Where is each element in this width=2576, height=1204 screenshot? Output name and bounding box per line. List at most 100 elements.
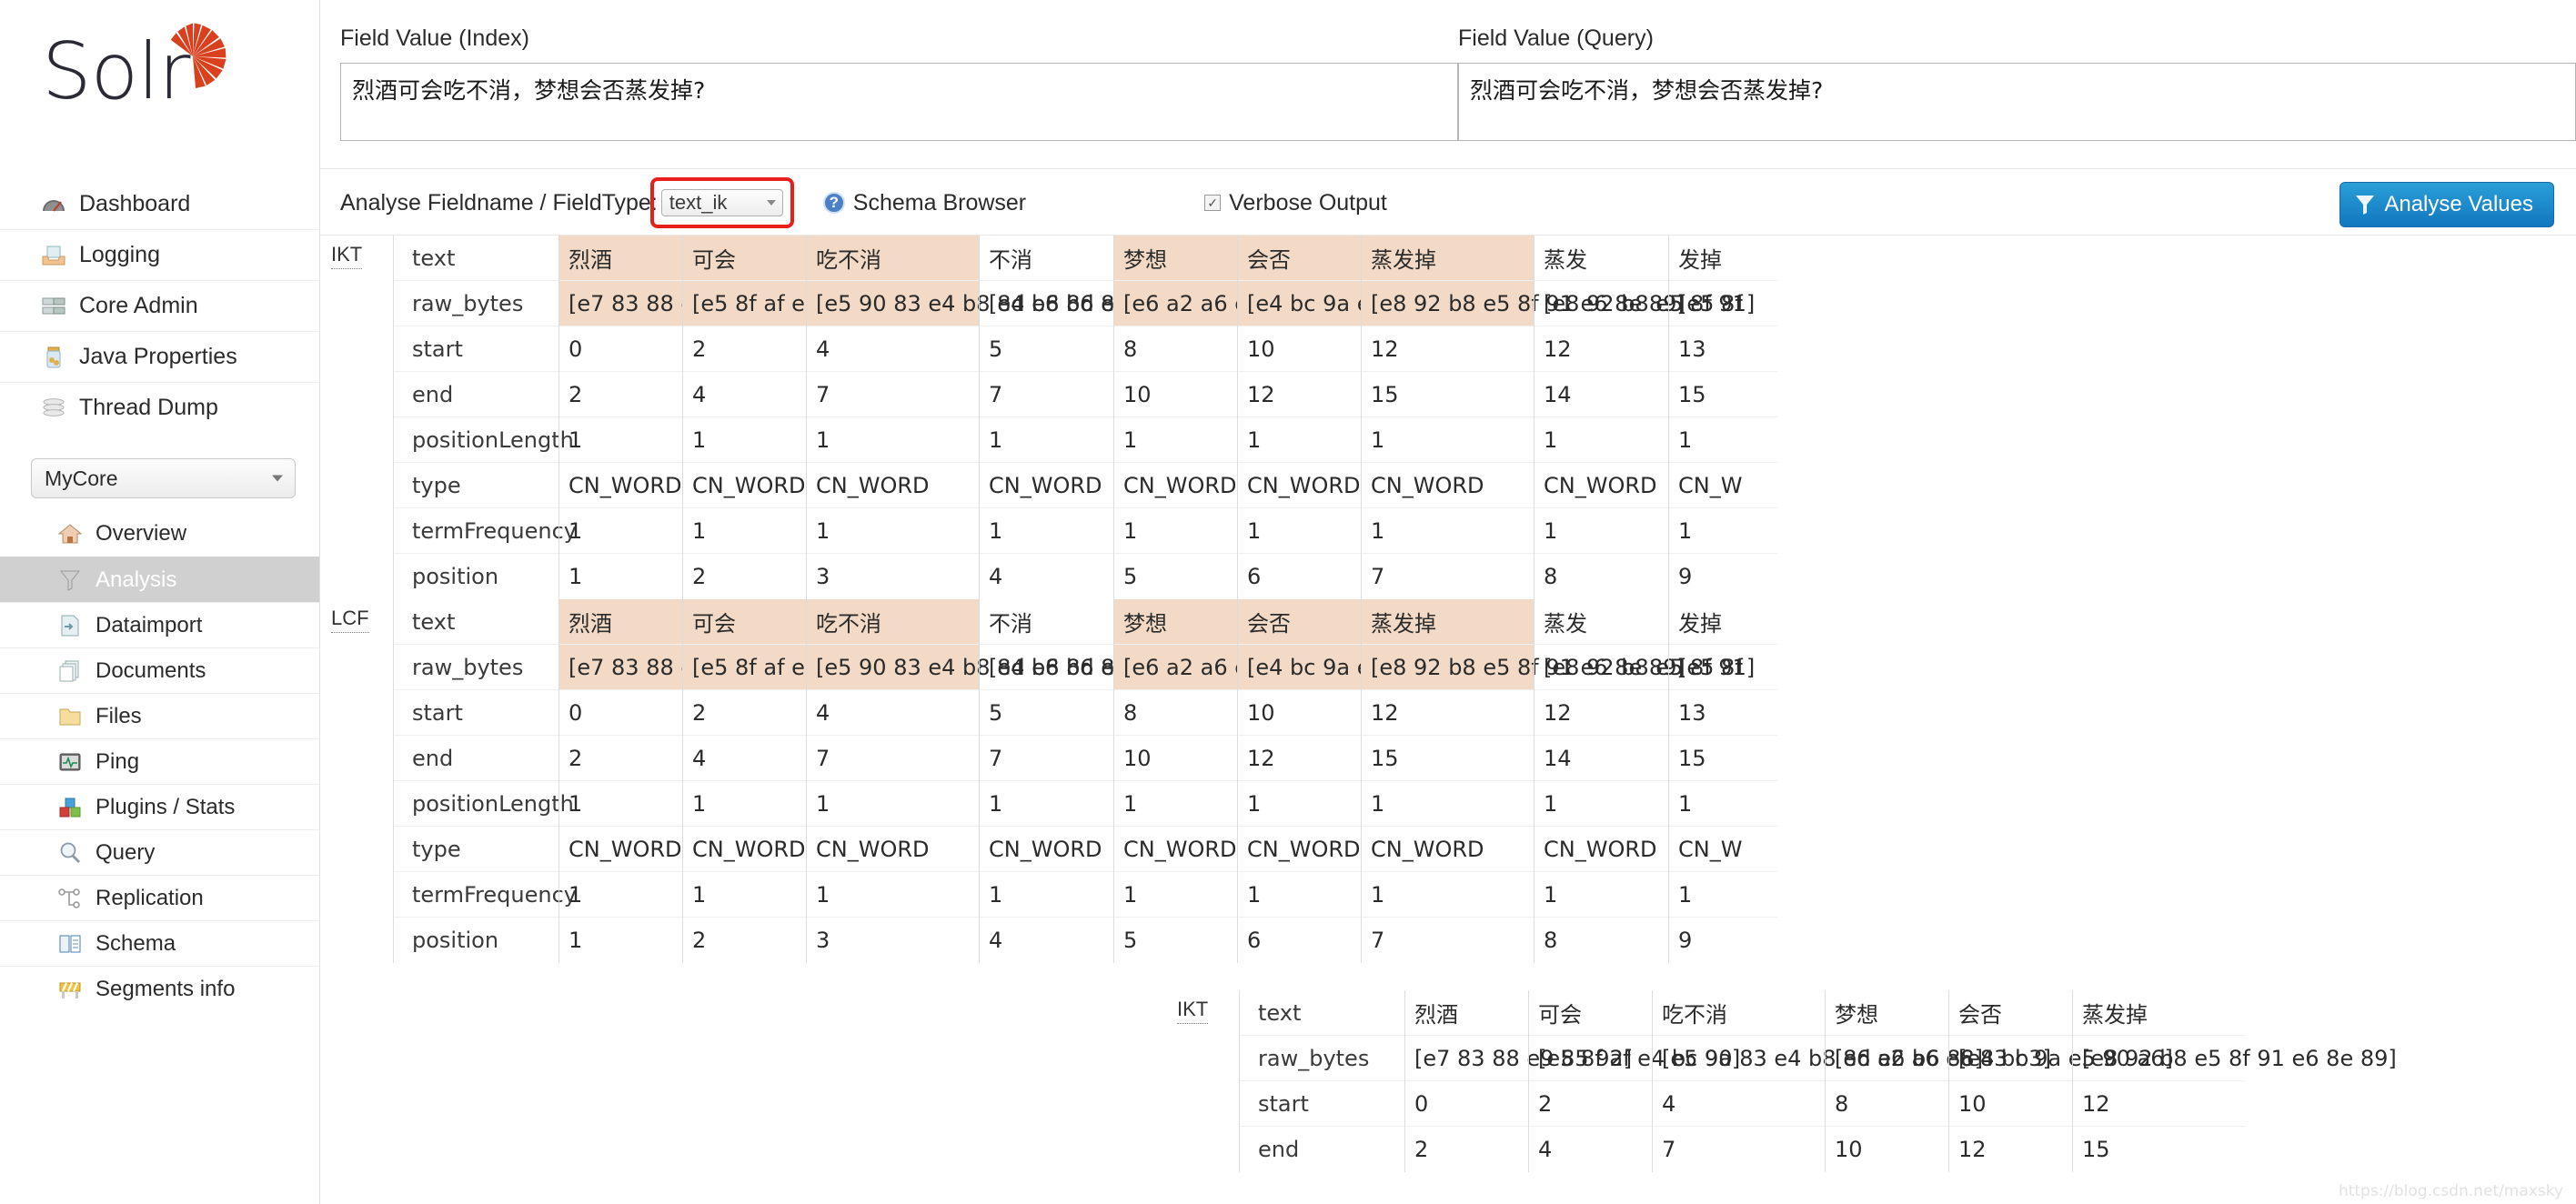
analysis-token-column: 会否 [e4 bc 9a e5 90 a6] 10 12 1 CN_WORD 1 6: [1237, 599, 1462, 963]
sidebar-item-analysis[interactable]: Analysis: [0, 557, 319, 602]
analysis-cell-positionLength: 1: [559, 781, 682, 827]
sidebar-item-label: Overview: [96, 521, 187, 546]
analysis-cell-type: CN_WORD: [559, 463, 682, 508]
analysis-cell-start: 2: [683, 326, 806, 372]
sidebar-item-plugins-stats[interactable]: Plugins / Stats: [0, 784, 319, 829]
analysis-token-column: 吃不消 [e5 90 83 e4 b8 8d e6 b6 88] 4 7 1 CN_WOR…: [806, 236, 1137, 599]
analyse-values-button[interactable]: Analyse Values: [2340, 182, 2554, 227]
analysis-cell-end: 14: [1535, 736, 1668, 781]
analysis-row-label: positionLength: [394, 781, 574, 827]
analysis-cell-raw_bytes: [e5 8f: [1669, 281, 1777, 326]
sidebar-item-logging[interactable]: Logging: [0, 229, 319, 280]
core-selector[interactable]: MyCore: [31, 458, 296, 498]
analysis-cell-end: 2: [559, 372, 682, 417]
sidebar-item-query[interactable]: Query: [0, 829, 319, 875]
analysis-token-column: 会否 [e4 bc 9a e5 90 a6] 10 12 1 CN_WORD 1 6: [1237, 236, 1462, 599]
field-value-index-input[interactable]: 烈酒可会吃不消，梦想会否蒸发掉?: [340, 63, 1458, 141]
sidebar-item-dataimport[interactable]: Dataimport: [0, 602, 319, 647]
analysis-cell-text: 不消: [980, 236, 1113, 281]
sidebar-item-thread-dump[interactable]: Thread Dump: [0, 382, 319, 433]
sidebar-item-core-admin[interactable]: Core Admin: [0, 280, 319, 331]
thread-dump-layers-icon: [40, 396, 67, 421]
analysis-cell-termFrequency: 1: [683, 872, 806, 918]
sidebar-item-ping[interactable]: Ping: [0, 738, 319, 784]
ping-monitor-icon: [56, 749, 84, 775]
analysis-cell-text: 梦想: [1114, 236, 1237, 281]
analysis-cell-raw_bytes: [e5 90 83 e4 b8 8d e6 b6 88]: [1653, 1036, 1983, 1081]
analyzer-tag[interactable]: IKT: [1166, 990, 1239, 1172]
sidebar-item-schema[interactable]: Schema: [0, 920, 319, 966]
analysis-cell-text: 蒸发掉: [2073, 990, 2245, 1036]
solr-sunburst-icon: [170, 23, 226, 88]
analysis-cell-type: CN_WORD: [980, 463, 1113, 508]
analysis-row-label: start: [1240, 1081, 1404, 1127]
replication-nodes-icon: [56, 886, 84, 911]
sidebar-item-label: Dashboard: [79, 190, 191, 216]
analysis-cell-positionLength: 1: [1535, 781, 1668, 827]
analysis-cell-end: 4: [683, 372, 806, 417]
sidebar-item-segments-info[interactable]: Segments info: [0, 966, 319, 1011]
analysis-cell-termFrequency: 1: [1535, 508, 1668, 554]
sidebar-item-label: Java Properties: [79, 344, 237, 369]
analysis-cell-type: CN_WORD: [683, 463, 806, 508]
analysis-cell-end: 12: [1958, 1137, 1987, 1162]
analysis-cell-positionLength: 1: [1535, 417, 1668, 463]
sidebar-item-overview[interactable]: Overview: [0, 511, 319, 557]
analyse-values-label: Analyse Values: [2384, 192, 2533, 216]
analysis-row-label: start: [394, 690, 558, 736]
sidebar-item-label: Segments info: [96, 976, 236, 1001]
analysis-cell-text: 蒸发: [1535, 599, 1668, 645]
analysis-cell-start: 13: [1669, 690, 1777, 736]
funnel-icon: [56, 567, 84, 593]
analysis-cell-raw_bytes: [e5 90 83 e4 b8 8d e6 b6 88]: [807, 645, 1137, 690]
analysis-cell-type: CN_WORD: [807, 463, 979, 508]
analysis-cell-position: 8: [1544, 928, 1558, 953]
analysis-cell-position: 3: [816, 564, 830, 589]
field-value-query-group: Field Value (Query) 烈酒可会吃不消，梦想会否蒸发掉?: [1458, 25, 2576, 141]
sidebar-item-label: Query: [96, 839, 156, 865]
question-circle-icon: ?: [822, 192, 845, 214]
analysis-cell-text: 蒸发: [1535, 236, 1668, 281]
book-icon: [56, 931, 84, 957]
analysis-token-column: 发掉 [e5 8f 13 15 1 CN_W 1 9: [1668, 599, 1777, 963]
analysis-cell-raw_bytes: [e5 8f af e4 bc 9a]: [683, 281, 894, 326]
analysis-cell-position: 3: [816, 928, 830, 953]
sidebar-item-replication[interactable]: Replication: [0, 875, 319, 920]
sidebar-core-nav: Overview Analysis Dataimport Documents F…: [0, 511, 319, 1011]
sidebar-item-dashboard[interactable]: Dashboard: [0, 178, 319, 229]
sidebar-item-documents[interactable]: Documents: [0, 647, 319, 693]
analysis-cell-raw_bytes: [e6 a2 a6 e6 83 b3]: [1114, 281, 1340, 326]
analysis-token-column: 可会 [e5 8f af e4 bc 9a] 2 4: [1528, 990, 1740, 1172]
verbose-output-toggle[interactable]: ✓ Verbose Output: [1204, 190, 1387, 216]
analysis-row-label: type: [394, 463, 558, 508]
analysis-row-label: raw_bytes: [394, 281, 558, 326]
analysis-row-label: position: [412, 928, 499, 953]
schema-browser-link[interactable]: ? Schema Browser: [822, 189, 1027, 216]
schema-browser-label: Schema Browser: [852, 189, 1027, 216]
analysis-row-label: termFrequency: [394, 872, 577, 918]
analysis-cell-raw_bytes: [e4 bc 9a e5 90 a6]: [1949, 1036, 2173, 1081]
field-value-query-input[interactable]: 烈酒可会吃不消，梦想会否蒸发掉?: [1458, 63, 2576, 141]
analysis-cell-start: 0: [559, 690, 682, 736]
analysis-cell-termFrequency: 1: [1669, 508, 1777, 554]
analyzer-tag[interactable]: LCF: [320, 599, 393, 963]
brand-logo[interactable]: Solr: [0, 0, 319, 178]
fieldtype-select[interactable]: text_ik: [660, 189, 783, 216]
analysis-cell-text: 烈酒: [559, 236, 682, 281]
analysis-cell-positionLength: 1: [1238, 417, 1361, 463]
analysis-cell-positionLength: 1: [683, 781, 806, 827]
analysis-cell-position: 2: [692, 564, 707, 589]
analysis-cell-end: 15: [2082, 1137, 2110, 1162]
analysis-row-label: positionLength: [394, 417, 574, 463]
analysis-cell-end: 15: [1362, 372, 1534, 417]
sidebar-item-files[interactable]: Files: [0, 693, 319, 738]
analysis-cell-type: CN_WORD: [980, 827, 1113, 872]
analysis-cell-start: 10: [1238, 690, 1361, 736]
analysis-cell-text: 烈酒: [1405, 990, 1528, 1036]
analysis-cell-positionLength: 1: [559, 417, 682, 463]
analyzer-tag[interactable]: IKT: [320, 236, 393, 599]
analysis-row-label: raw_bytes: [1240, 1036, 1404, 1081]
sidebar-item-java-properties[interactable]: Java Properties: [0, 331, 319, 382]
analysis-token-column: 蒸发掉 [e8 92 b8 e5 8f 91 e6 8e 89] 12 15 1 CN_W…: [1361, 599, 1685, 963]
dataimport-doc-icon: [56, 613, 84, 638]
